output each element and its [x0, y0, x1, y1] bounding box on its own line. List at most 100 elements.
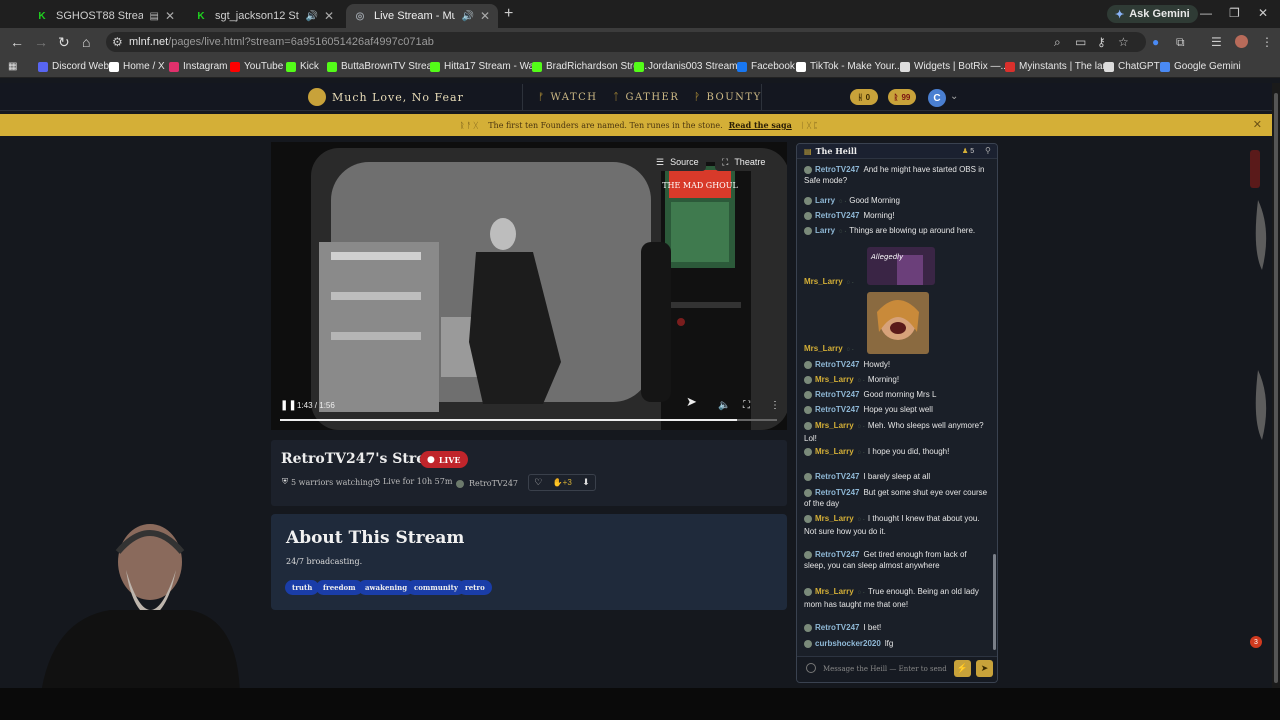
close-tab-icon[interactable]: ✕ [480, 9, 490, 23]
notification-badge[interactable]: 3 [1250, 636, 1262, 648]
chat-username[interactable]: RetroTV247 [815, 488, 859, 497]
cast-icon[interactable]: ▭ [1075, 35, 1086, 49]
nav-bounty[interactable]: ᚹ BOUNTY [694, 92, 762, 103]
page-scrollbar[interactable] [1272, 83, 1280, 688]
pause-icon[interactable]: ❚❚ [280, 400, 297, 411]
tab-search-icon[interactable]: ☰ [1211, 35, 1222, 49]
tag-retro[interactable]: retro [458, 580, 492, 595]
chat-username[interactable]: Mrs_Larry [815, 514, 854, 523]
minimize-icon[interactable]: — [1200, 6, 1212, 20]
facebook-icon [737, 61, 747, 72]
volume-icon[interactable]: 🔈 [718, 400, 730, 411]
chat-gif-laughing[interactable] [867, 292, 929, 354]
zoom-icon[interactable]: ⌕ [1054, 35, 1061, 50]
chevron-down-icon[interactable]: ⌄ [950, 91, 958, 102]
bookmark-7[interactable]: BradRichardson Stre... [532, 61, 647, 72]
read-the-saga-link[interactable]: Read the saga [729, 120, 792, 130]
back-icon[interactable]: ← [10, 34, 24, 50]
source-button[interactable]: ☰ Source [649, 153, 706, 171]
chat-gif-allegedly[interactable]: Allegedly [867, 247, 935, 285]
chat-username[interactable]: Mrs_Larry [804, 277, 843, 286]
bookmark-10[interactable]: TikTok - Make Your... [796, 61, 902, 72]
more-options-icon[interactable]: ⋮ [770, 400, 780, 411]
streamer-name[interactable]: RetroTV247 [456, 479, 518, 488]
bookmark-2[interactable]: Instagram [169, 61, 227, 72]
bookmark-12[interactable]: Myinstants | The lar... [1005, 61, 1114, 72]
nav-gather[interactable]: ᛏ GATHER [613, 92, 679, 103]
chat-scrollbar[interactable] [993, 554, 996, 650]
user-avatar[interactable]: C [928, 89, 946, 107]
lightning-icon[interactable]: ⚡ [954, 660, 971, 677]
site-logo[interactable]: Much Love, No Fear [308, 88, 464, 106]
nav-watch[interactable]: ᚠ WATCH [538, 92, 598, 103]
bookmark-5[interactable]: ButtaBrownTV Strea... [327, 61, 441, 72]
bookmark-14[interactable]: Google Gemini [1160, 61, 1241, 72]
thumbs-down-icon[interactable]: ⬇ [582, 477, 590, 488]
chat-username[interactable]: RetroTV247 [815, 165, 859, 174]
chat-username[interactable]: curbshocker2020 [815, 639, 881, 648]
chat-username[interactable]: RetroTV247 [815, 360, 859, 369]
progress-bar[interactable] [280, 419, 777, 421]
reaction-count[interactable]: ✋+3 [553, 478, 572, 487]
chat-username[interactable]: Larry [815, 196, 835, 205]
bookmark-4[interactable]: Kick [286, 61, 319, 72]
chat-username[interactable]: RetroTV247 [815, 472, 859, 481]
emoji-icon[interactable] [806, 663, 816, 673]
bookmark-8[interactable]: Jordanis003 Stream... [634, 61, 746, 72]
bookmark-11[interactable]: Widgets | BotRix —... [900, 61, 1009, 72]
chat-username[interactable]: RetroTV247 [815, 211, 859, 220]
chat-username[interactable]: Mrs_Larry [804, 344, 843, 353]
theatre-button[interactable]: ⛶ Theatre [715, 153, 773, 171]
site-info-icon[interactable]: ⚙ [112, 35, 123, 49]
home-icon[interactable]: ⌂ [82, 34, 90, 50]
banner-close-icon[interactable]: ✕ [1253, 118, 1262, 131]
bookmark-9[interactable]: Facebook [737, 61, 795, 72]
password-key-icon[interactable]: ⚷ [1097, 35, 1106, 49]
browser-menu-icon[interactable]: ⋮ [1261, 35, 1273, 49]
forward-icon[interactable]: → [34, 34, 48, 50]
chat-username[interactable]: RetroTV247 [815, 623, 859, 632]
tag-truth[interactable]: truth [285, 580, 320, 595]
tag-freedom[interactable]: freedom [316, 580, 363, 595]
tag-awakening[interactable]: awakening [358, 580, 415, 595]
tag-community[interactable]: community [407, 580, 465, 595]
ask-gemini-button[interactable]: ✦ Ask Gemini [1107, 5, 1198, 23]
browser-tab[interactable]: K sgt_jackson12 Stream - Wa 🔊 ✕ [187, 4, 342, 28]
chat-username[interactable]: RetroTV247 [815, 390, 859, 399]
bookmark-13[interactable]: ChatGPT [1104, 61, 1160, 72]
page-scroll-thumb[interactable] [1274, 93, 1278, 683]
close-tab-icon[interactable]: ✕ [165, 9, 175, 23]
send-icon[interactable]: ➤ [976, 660, 993, 677]
red-currency-badge[interactable]: ᚱ 99 [888, 89, 916, 105]
pin-icon[interactable]: ⚲ [985, 146, 991, 155]
chat-username[interactable]: Mrs_Larry [815, 587, 854, 596]
extensions-puzzle-icon[interactable]: ⧉ [1176, 35, 1185, 50]
bookmark-0[interactable]: Discord Web [38, 61, 109, 72]
chat-username[interactable]: Mrs_Larry [815, 375, 854, 384]
profile-avatar-icon[interactable] [1235, 35, 1248, 48]
browser-tab[interactable]: K SGHOST88 Stream - Watch ▤ ✕ [28, 4, 183, 28]
bookmark-star-icon[interactable]: ☆ [1118, 35, 1129, 49]
bookmark-6[interactable]: Hitta17 Stream - Wa... [430, 61, 543, 72]
heart-icon[interactable]: ♡ [534, 477, 542, 488]
maximize-icon[interactable]: ❐ [1229, 6, 1240, 20]
reload-icon[interactable]: ↻ [58, 34, 70, 51]
window-close-icon[interactable]: ✕ [1258, 6, 1268, 20]
gold-currency-badge[interactable]: ᚺ0 [850, 89, 878, 105]
apps-grid-icon[interactable]: ▦ [8, 61, 17, 72]
close-tab-icon[interactable]: ✕ [324, 9, 334, 23]
url-text[interactable]: mlnf.net/pages/live.html?stream=6a951605… [129, 36, 434, 48]
browser-tab-active[interactable]: ◎ Live Stream - Much Love, N 🔊 ✕ [346, 4, 498, 28]
bookmark-1[interactable]: Home / X [109, 61, 165, 72]
chat-username[interactable]: Mrs_Larry [815, 447, 854, 456]
chat-message-input[interactable] [823, 661, 947, 677]
chat-username[interactable]: Mrs_Larry [815, 421, 854, 430]
bookmark-3[interactable]: YouTube [230, 61, 283, 72]
chat-username[interactable]: RetroTV247 [815, 405, 859, 414]
video-player[interactable]: THE MAD GHOUL ☰ Source ⛶ Theatre [271, 142, 787, 430]
fullscreen-icon[interactable]: ⛶ [743, 400, 750, 411]
chat-username[interactable]: Larry [815, 226, 835, 235]
new-tab-button[interactable]: + [504, 5, 513, 23]
chat-username[interactable]: RetroTV247 [815, 550, 859, 559]
extension-icon[interactable]: ● [1152, 35, 1159, 49]
